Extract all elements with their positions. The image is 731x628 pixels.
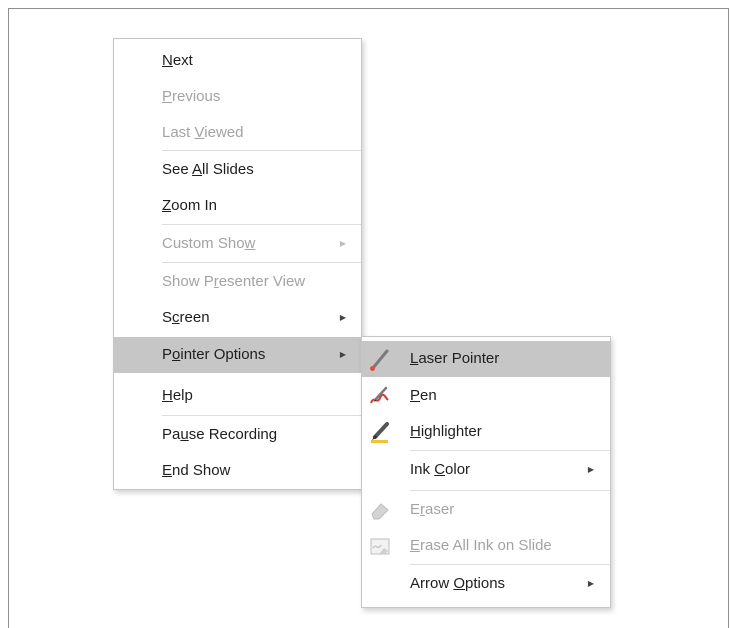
menu-item-label: Pen bbox=[410, 387, 437, 404]
menu-separator bbox=[162, 262, 361, 263]
menu-item-label: Pause Recording bbox=[162, 426, 278, 443]
menu-item-label: Previous bbox=[162, 88, 221, 105]
menu-item-zoom-in[interactable]: Zoom In bbox=[114, 188, 361, 224]
menu-item-see-all-slides[interactable]: See All Slides bbox=[114, 152, 361, 188]
menu-item-custom-show[interactable]: Custom Show ▶ bbox=[114, 226, 361, 262]
submenu-arrow-icon: ▶ bbox=[339, 313, 347, 322]
menu-item-ink-color[interactable]: Ink Color ▶ bbox=[362, 452, 610, 488]
pointer-options-submenu: Laser Pointer Pen Highlighter Ink Color … bbox=[361, 336, 611, 608]
pen-icon bbox=[370, 386, 389, 404]
menu-item-label: Last Viewed bbox=[162, 124, 244, 141]
menu-item-laser-pointer[interactable]: Laser Pointer bbox=[362, 341, 610, 377]
menu-item-label: Erase All Ink on Slide bbox=[410, 537, 552, 554]
menu-item-highlighter[interactable]: Highlighter bbox=[362, 414, 610, 450]
menu-item-last-viewed[interactable]: Last Viewed bbox=[114, 115, 361, 151]
menu-separator bbox=[410, 564, 610, 565]
menu-item-label: See All Slides bbox=[162, 161, 254, 178]
menu-item-show-presenter-view[interactable]: Show Presenter View bbox=[114, 264, 361, 300]
menu-item-end-show[interactable]: End Show bbox=[114, 453, 361, 489]
menu-separator bbox=[410, 450, 610, 451]
submenu-arrow-icon: ▶ bbox=[339, 239, 347, 248]
erase-all-ink-icon bbox=[370, 538, 390, 555]
menu-item-pause-recording[interactable]: Pause Recording bbox=[114, 417, 361, 453]
menu-item-label: Ink Color bbox=[410, 461, 471, 478]
submenu-arrow-icon: ▶ bbox=[339, 350, 347, 359]
menu-item-eraser[interactable]: Eraser bbox=[362, 492, 610, 528]
eraser-icon bbox=[371, 503, 389, 520]
submenu-arrow-icon: ▶ bbox=[587, 579, 595, 588]
menu-item-pen[interactable]: Pen bbox=[362, 378, 610, 414]
menu-item-erase-all-ink[interactable]: Erase All Ink on Slide bbox=[362, 528, 610, 564]
menu-item-label: Laser Pointer bbox=[410, 350, 500, 367]
submenu-arrow-icon: ▶ bbox=[587, 465, 595, 474]
menu-separator bbox=[410, 490, 610, 491]
menu-item-label: Pointer Options bbox=[162, 346, 266, 363]
menu-item-label: Next bbox=[162, 52, 193, 69]
menu-item-screen[interactable]: Screen ▶ bbox=[114, 300, 361, 336]
menu-item-label: Arrow Options bbox=[410, 575, 506, 592]
slideshow-context-menu: Next Previous Last Viewed See All Slides… bbox=[113, 38, 362, 490]
menu-item-label: Highlighter bbox=[410, 423, 482, 440]
menu-item-label: Screen bbox=[162, 309, 210, 326]
menu-item-label: Zoom In bbox=[162, 197, 218, 214]
laser-pointer-icon bbox=[370, 349, 389, 371]
menu-item-pointer-options[interactable]: Pointer Options ▶ bbox=[114, 337, 361, 373]
menu-item-label: End Show bbox=[162, 462, 231, 479]
menu-item-label: Show Presenter View bbox=[162, 273, 306, 290]
menu-item-label: Custom Show bbox=[162, 235, 256, 252]
menu-separator bbox=[162, 224, 361, 225]
menu-item-help[interactable]: Help bbox=[114, 378, 361, 414]
menu-item-label: Eraser bbox=[410, 501, 455, 518]
highlighter-icon bbox=[371, 422, 389, 443]
menu-item-previous[interactable]: Previous bbox=[114, 79, 361, 115]
menu-item-next[interactable]: Next bbox=[114, 43, 361, 79]
menu-item-arrow-options[interactable]: Arrow Options ▶ bbox=[362, 566, 610, 602]
menu-separator bbox=[162, 150, 361, 151]
menu-item-label: Help bbox=[162, 387, 193, 404]
menu-separator bbox=[162, 415, 361, 416]
